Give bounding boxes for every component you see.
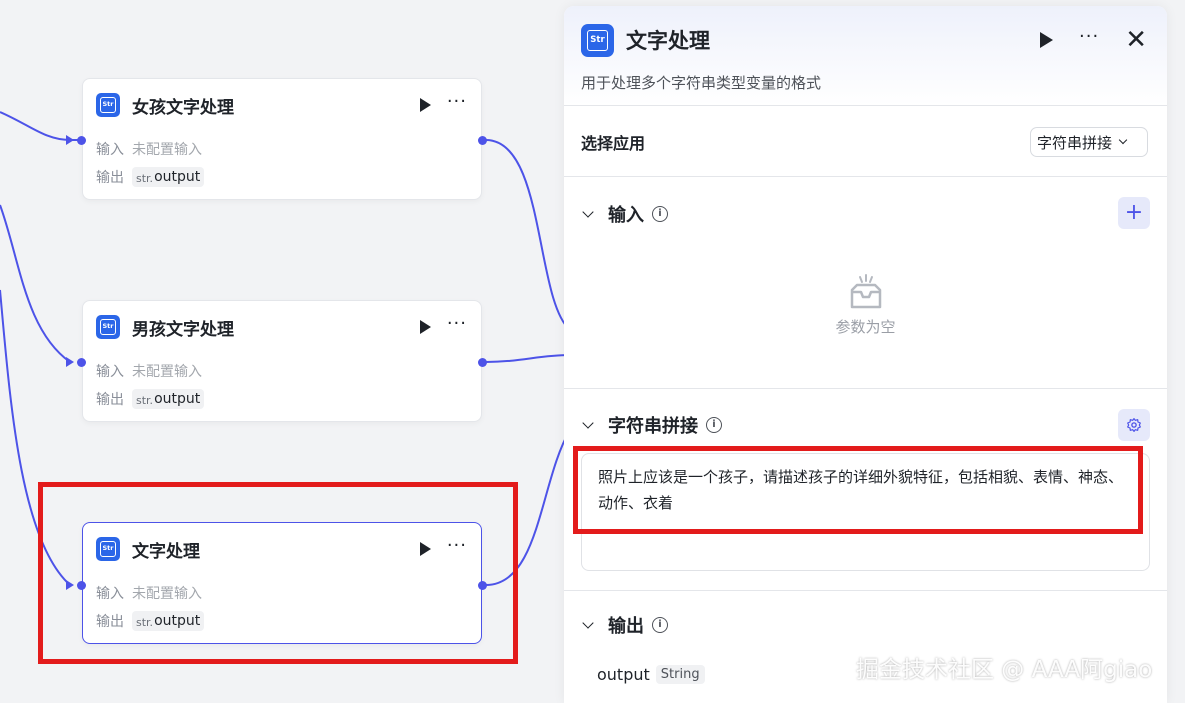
concat-section-header[interactable]: 字符串拼接 i	[582, 412, 722, 438]
input-value: 未配置输入	[132, 364, 202, 380]
chevron-down-icon	[582, 617, 594, 629]
divider	[564, 590, 1167, 591]
empty-state: 参数为空	[564, 274, 1167, 337]
empty-inbox-icon	[850, 274, 881, 309]
node-title: 女孩文字处理	[132, 97, 234, 118]
empty-text: 参数为空	[835, 318, 896, 336]
play-icon[interactable]	[419, 98, 431, 112]
divider	[564, 105, 1167, 106]
info-icon[interactable]: i	[706, 417, 722, 433]
output-name: output	[154, 169, 201, 185]
chevron-down-icon	[582, 417, 594, 429]
string-app-icon: Str	[96, 315, 120, 339]
node-title: 男孩文字处理	[132, 319, 234, 340]
settings-button[interactable]	[1118, 409, 1150, 441]
output-port[interactable]	[478, 358, 487, 367]
highlight-box	[573, 446, 1143, 534]
output-section-header[interactable]: 输出 i	[582, 612, 668, 638]
close-icon[interactable]: ✕	[1125, 27, 1147, 53]
input-label: 输入	[96, 364, 124, 380]
input-port[interactable]	[77, 358, 86, 367]
string-app-icon: Str	[581, 23, 614, 57]
concat-section-title: 字符串拼接	[608, 416, 698, 437]
icon-text: Str	[587, 29, 608, 51]
output-tag: str. output	[132, 167, 205, 187]
output-var-name: output	[597, 665, 650, 684]
output-port[interactable]	[478, 136, 487, 145]
info-icon[interactable]: i	[652, 617, 668, 633]
plus-icon: +	[1124, 200, 1144, 225]
app-select-value: 字符串拼接	[1037, 133, 1113, 152]
run-icon[interactable]	[1040, 32, 1054, 48]
select-app-label: 选择应用	[581, 134, 646, 153]
output-label: 输出	[96, 392, 124, 408]
input-port[interactable]	[77, 136, 86, 145]
node-girl-text[interactable]: Str 女孩文字处理 ··· 输入 未配置输入 输出 str. output	[82, 78, 482, 200]
output-var-type: String	[655, 665, 705, 684]
input-value: 未配置输入	[132, 142, 202, 158]
type-prefix: str.	[136, 394, 154, 407]
panel-title: 文字处理	[626, 29, 710, 53]
icon-text: Str	[100, 319, 116, 335]
info-icon[interactable]: i	[652, 206, 668, 222]
output-tag: str. output	[132, 389, 205, 409]
chevron-down-icon	[582, 206, 594, 218]
panel-description: 用于处理多个字符串类型变量的格式	[581, 74, 822, 92]
node-boy-text[interactable]: Str 男孩文字处理 ··· 输入 未配置输入 输出 str. output	[82, 300, 482, 422]
node-settings-panel: Str 文字处理 ··· ✕ 用于处理多个字符串类型变量的格式 选择应用 字符串…	[564, 6, 1167, 703]
output-label: 输出	[96, 170, 124, 186]
app-select[interactable]: 字符串拼接	[1030, 127, 1148, 157]
gear-icon	[1127, 418, 1141, 432]
input-label: 输入	[96, 142, 124, 158]
add-input-button[interactable]: +	[1118, 197, 1150, 229]
watermark: 掘金技术社区 @ AAA阿giao	[856, 657, 1153, 683]
more-icon[interactable]: ···	[447, 93, 467, 113]
divider	[564, 388, 1167, 389]
output-name: output	[154, 391, 201, 407]
input-section-header[interactable]: 输入 i	[582, 201, 668, 227]
play-icon[interactable]	[419, 320, 431, 334]
more-icon[interactable]: ···	[447, 315, 467, 335]
input-section-title: 输入	[608, 205, 644, 226]
type-prefix: str.	[136, 172, 154, 185]
highlight-box	[38, 482, 518, 664]
output-section-title: 输出	[608, 616, 644, 637]
chevron-down-icon	[1118, 135, 1128, 145]
icon-text: Str	[100, 97, 116, 113]
output-variable-row: output String	[597, 665, 705, 684]
more-icon[interactable]: ···	[1079, 28, 1099, 48]
string-app-icon: Str	[96, 93, 120, 117]
divider	[564, 176, 1167, 177]
